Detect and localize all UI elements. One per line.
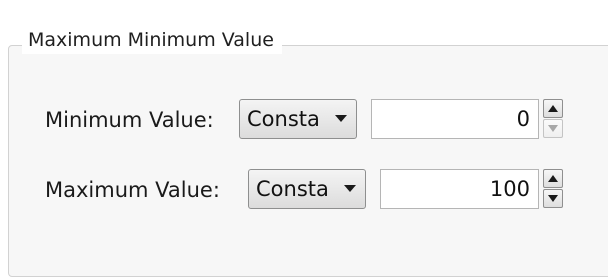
group-title: Maximum Minimum Value xyxy=(22,26,282,54)
triangle-down-icon xyxy=(548,195,558,202)
maximum-value-increment-button[interactable] xyxy=(543,169,563,188)
maximum-minimum-groupbox xyxy=(8,45,608,277)
minimum-value-number: 0 xyxy=(516,107,530,131)
minimum-value-input[interactable]: 0 xyxy=(371,99,539,139)
maximum-value-stepper[interactable] xyxy=(543,169,563,209)
maximum-value-input[interactable]: 100 xyxy=(380,169,539,209)
triangle-up-icon xyxy=(548,175,558,182)
maximum-value-type-text: Consta xyxy=(256,177,327,201)
minimum-value-stepper[interactable] xyxy=(543,99,563,139)
cropped-heading-fragment xyxy=(0,0,608,20)
minimum-value-increment-button[interactable] xyxy=(543,99,563,118)
chevron-down-icon xyxy=(335,115,347,122)
maximum-value-decrement-button[interactable] xyxy=(543,189,563,208)
maximum-value-type-dropdown[interactable]: Consta xyxy=(248,169,366,209)
maximum-value-label: Maximum Value: xyxy=(45,178,220,202)
minimum-value-type-text: Consta xyxy=(247,107,318,131)
minimum-value-type-dropdown[interactable]: Consta xyxy=(239,99,357,139)
triangle-down-icon xyxy=(548,125,558,132)
minimum-value-decrement-button[interactable] xyxy=(543,119,563,138)
maximum-value-number: 100 xyxy=(489,177,530,201)
triangle-up-icon xyxy=(548,105,558,112)
chevron-down-icon xyxy=(344,185,356,192)
minimum-value-label: Minimum Value: xyxy=(45,108,214,132)
